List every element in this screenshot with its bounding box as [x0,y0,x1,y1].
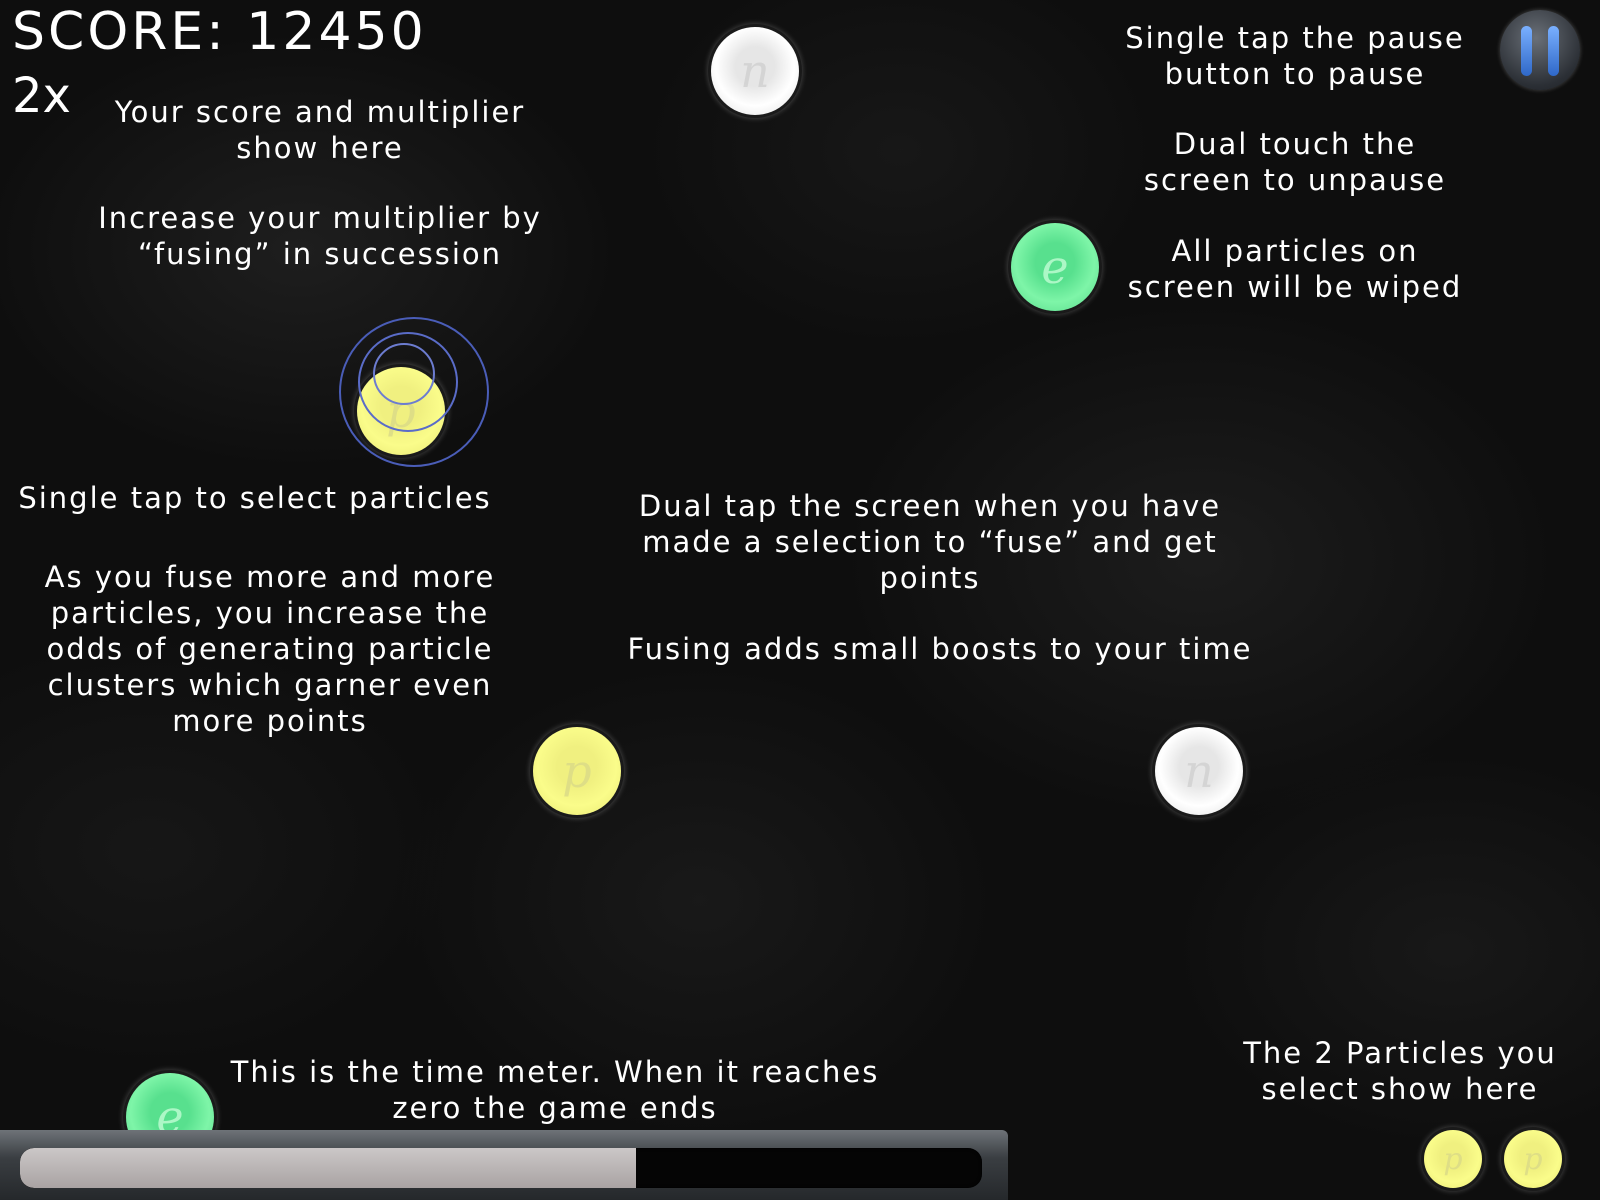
particle-symbol: n [1184,744,1214,798]
particle-symbol: p [1523,1141,1543,1177]
pause-button[interactable] [1500,10,1580,90]
tip-dual-tap: Dual tap the screen when you have made a… [638,489,1222,595]
particle-symbol: n [740,44,770,98]
tip-score-multiplier: Your score and multiplier show here [114,95,526,165]
tip-selected-particles: The 2 Particles you select show here [1243,1036,1557,1106]
particle-symbol: p [562,744,592,798]
particle-neutron-top[interactable]: n [711,27,799,115]
particle-symbol: e [1041,240,1069,294]
tip-pause: Single tap the pause button to pause [1125,21,1465,91]
tip-select: Single tap to select particles [18,481,492,515]
particle-electron-right[interactable]: e [1011,223,1099,311]
tip-boost: Fusing adds small boosts to your time [627,632,1253,666]
selection-rings [339,317,489,467]
time-meter-fill [20,1148,636,1188]
tip-time-meter: This is the time meter. When it reaches … [230,1055,880,1125]
tip-increase-multiplier: Increase your multiplier by “fusing” in … [98,201,542,271]
tip-wipe: All particles on screen will be wiped [1127,234,1463,304]
pause-icon [1521,26,1532,76]
tip-clusters: As you fuse more and more particles, you… [44,560,496,738]
particle-proton-mid[interactable]: p [533,727,621,815]
tip-unpause: Dual touch the screen to unpause [1143,127,1447,197]
score-display: SCORE: 12450 [12,2,427,62]
particle-neutron-mid[interactable]: n [1155,727,1243,815]
selected-slot-2: p [1504,1130,1562,1188]
particle-symbol: p [1443,1141,1463,1177]
time-meter [20,1148,982,1188]
selected-slot-1: p [1424,1130,1482,1188]
multiplier-display: 2x [12,68,71,124]
pause-icon-bar [1548,26,1559,76]
